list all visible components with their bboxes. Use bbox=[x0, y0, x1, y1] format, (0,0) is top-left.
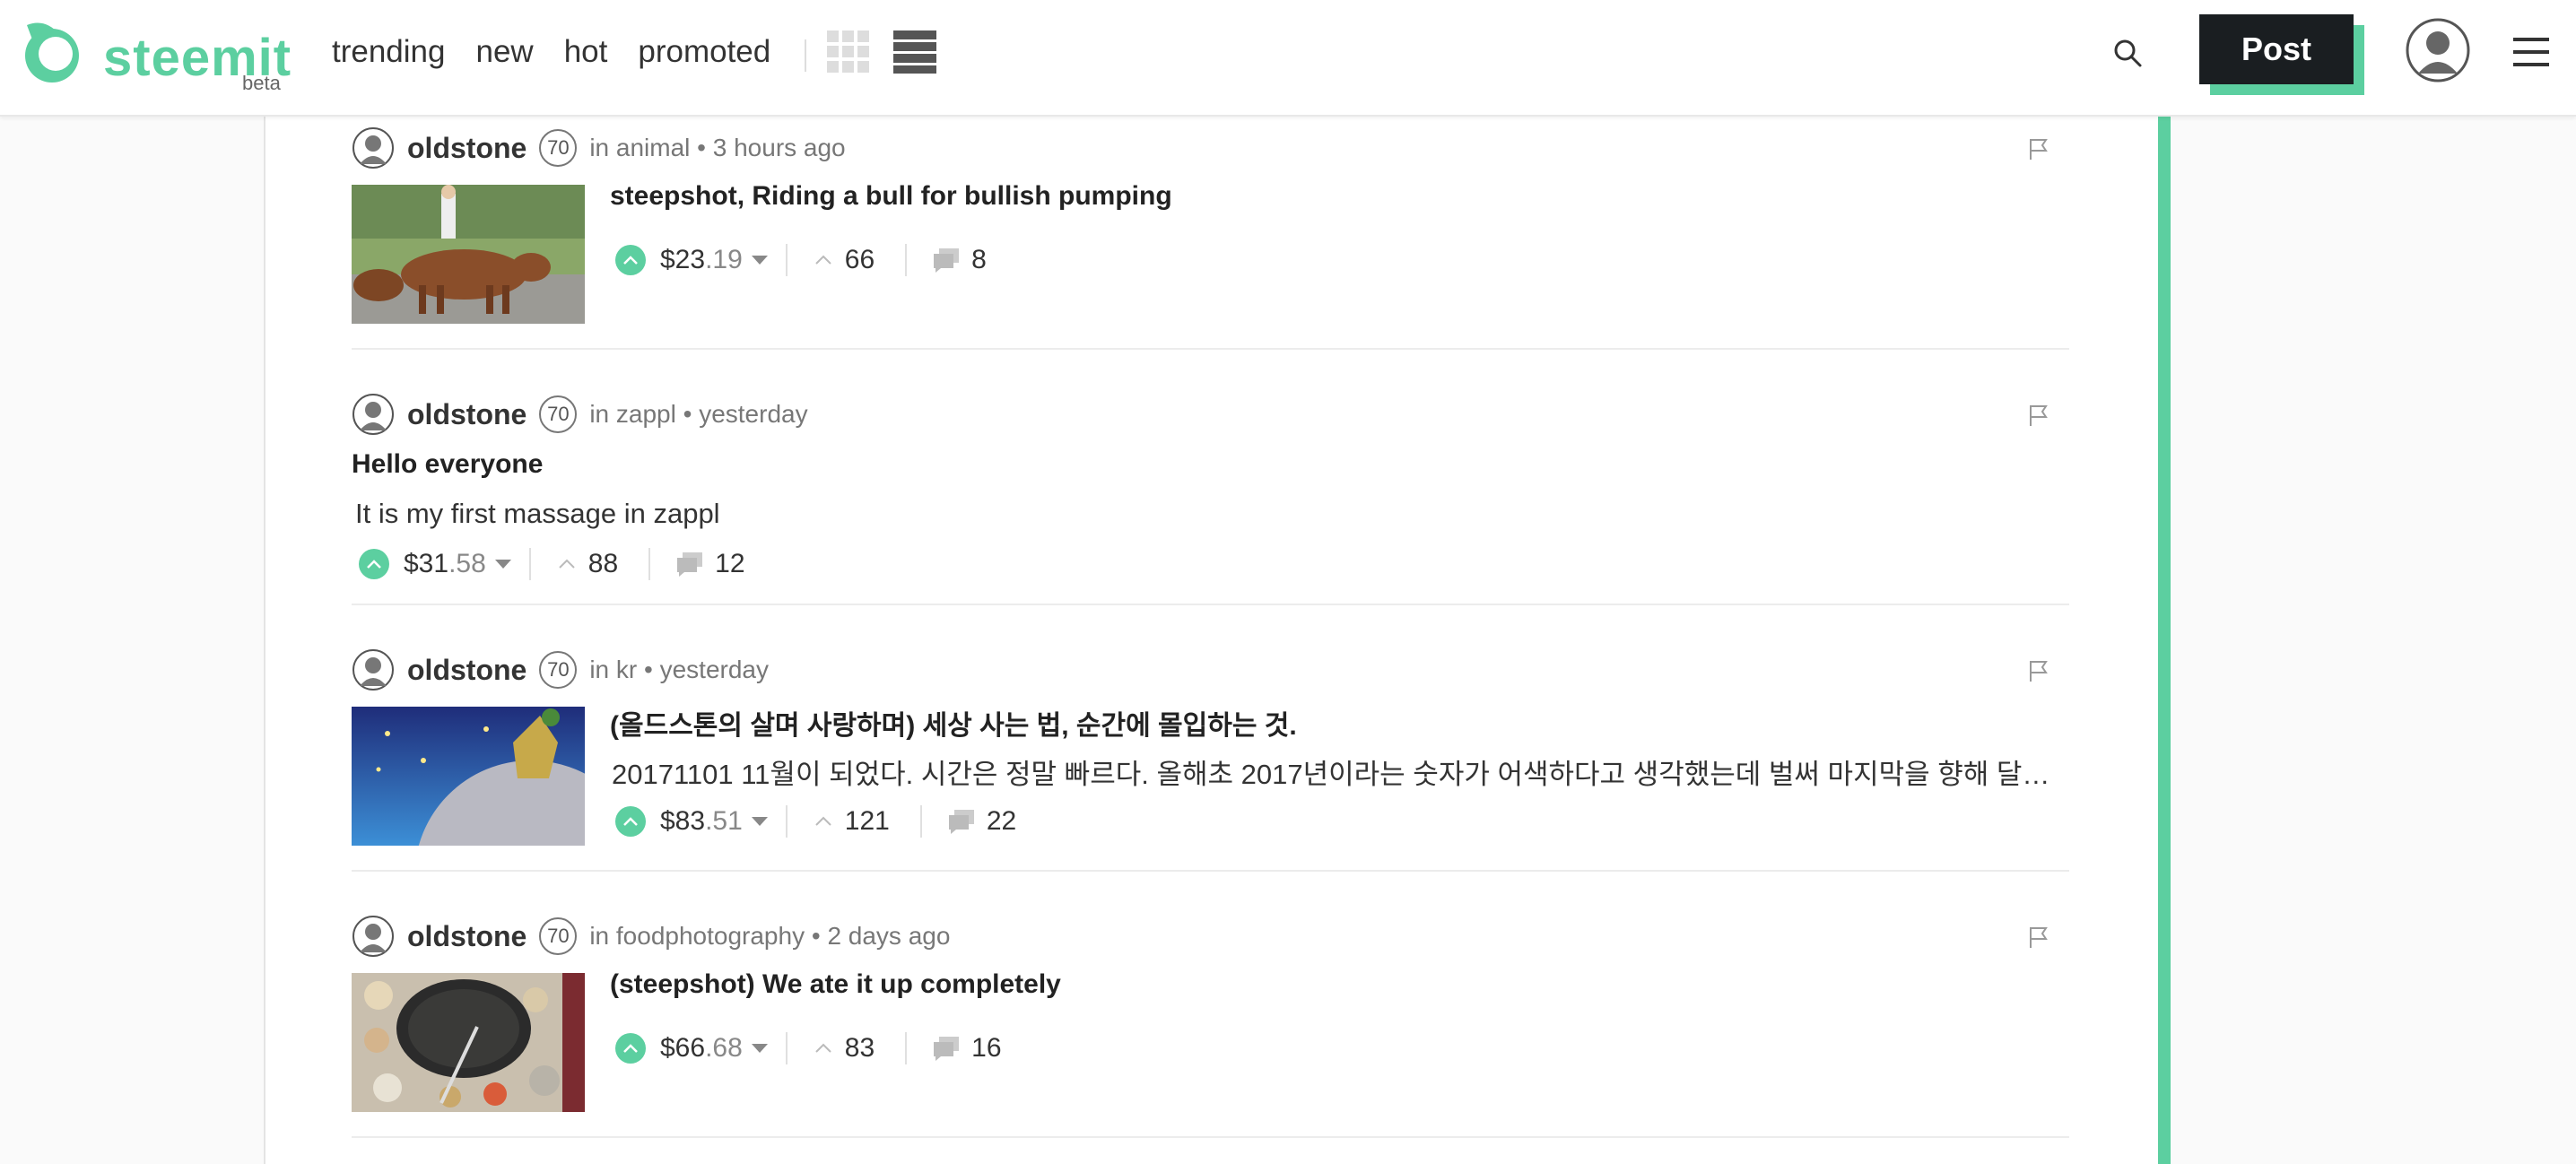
footer-divider bbox=[528, 548, 531, 580]
flag-icon[interactable] bbox=[2026, 925, 2051, 950]
author-name[interactable]: oldstone bbox=[407, 132, 527, 165]
comment-count[interactable]: 12 bbox=[715, 549, 744, 579]
upvote-button[interactable] bbox=[615, 1033, 646, 1064]
author-avatar-icon[interactable] bbox=[352, 126, 395, 169]
post-button[interactable]: Post bbox=[2199, 14, 2354, 84]
upvote-button[interactable] bbox=[615, 245, 646, 275]
upvote-button[interactable] bbox=[359, 549, 389, 579]
footer-divider bbox=[905, 244, 908, 276]
grid-view-icon[interactable] bbox=[827, 30, 870, 74]
comments-icon bbox=[934, 1037, 960, 1061]
payout-caret-icon[interactable] bbox=[751, 817, 768, 826]
post-item: oldstone 70 in animal • 3 hours ago stee… bbox=[352, 126, 2069, 350]
payout-amount[interactable]: $31.58 bbox=[404, 549, 486, 579]
votes-chevron-icon bbox=[559, 559, 575, 569]
post-meta: in zappl • yesterday bbox=[589, 400, 808, 428]
hamburger-menu-icon[interactable] bbox=[2511, 32, 2551, 72]
post-thumbnail[interactable] bbox=[352, 707, 585, 846]
author-name[interactable]: oldstone bbox=[407, 398, 527, 431]
steemit-logo[interactable]: steemit beta bbox=[18, 16, 291, 97]
post-footer: $31.58 88 12 bbox=[359, 544, 745, 584]
post-button-wrap: Post bbox=[2199, 14, 2364, 95]
author-avatar-icon[interactable] bbox=[352, 648, 395, 691]
vote-count[interactable]: 83 bbox=[845, 1033, 875, 1064]
reputation-badge: 70 bbox=[539, 129, 578, 167]
footer-divider bbox=[785, 1032, 788, 1064]
post-title[interactable]: Hello everyone bbox=[352, 449, 543, 480]
post-meta: in animal • 3 hours ago bbox=[589, 134, 846, 161]
footer-divider bbox=[785, 805, 788, 838]
votes-chevron-icon bbox=[815, 816, 831, 826]
footer-divider bbox=[919, 805, 922, 838]
vote-count[interactable]: 66 bbox=[845, 245, 875, 275]
payout-caret-icon[interactable] bbox=[494, 560, 511, 569]
author-name[interactable]: oldstone bbox=[407, 654, 527, 687]
votes-chevron-icon bbox=[815, 1043, 831, 1053]
reputation-badge: 70 bbox=[539, 395, 578, 433]
comment-count[interactable]: 8 bbox=[971, 245, 987, 275]
nav-divider bbox=[805, 39, 806, 72]
post-footer: $83.51 121 22 bbox=[615, 802, 1016, 841]
post-thumbnail[interactable] bbox=[352, 973, 585, 1112]
nav-hot[interactable]: hot bbox=[564, 30, 608, 74]
nav-new[interactable]: new bbox=[475, 30, 533, 74]
nav-trending[interactable]: trending bbox=[332, 30, 445, 74]
post-title[interactable]: (steepshot) We ate it up completely bbox=[610, 969, 1061, 1000]
post-footer: $66.68 83 16 bbox=[615, 1029, 1002, 1068]
flag-icon[interactable] bbox=[2026, 136, 2051, 161]
post-footer: $23.19 66 8 bbox=[615, 240, 987, 280]
logo-beta-label: beta bbox=[242, 72, 281, 94]
footer-divider bbox=[648, 548, 651, 580]
post-title[interactable]: (올드스톤의 살며 사랑하며) 세상 사는 법, 순간에 몰입하는 것. bbox=[610, 703, 1297, 743]
steemit-logo-icon bbox=[25, 22, 79, 83]
comment-count[interactable]: 22 bbox=[987, 806, 1016, 837]
vote-count[interactable]: 121 bbox=[845, 806, 890, 837]
upvote-chevron-icon bbox=[623, 256, 638, 265]
payout-amount[interactable]: $23.19 bbox=[660, 245, 743, 275]
comment-count[interactable]: 16 bbox=[971, 1033, 1001, 1064]
payout-amount[interactable]: $83.51 bbox=[660, 806, 743, 837]
vote-count[interactable]: 88 bbox=[588, 549, 618, 579]
upvote-chevron-icon bbox=[623, 817, 638, 826]
post-thumbnail[interactable] bbox=[352, 185, 585, 324]
post-item: oldstone 70 in zappl • yesterday Hello e… bbox=[352, 392, 2069, 605]
upvote-chevron-icon bbox=[623, 1044, 638, 1053]
post-item: oldstone 70 in foodphotography • 2 days … bbox=[352, 914, 2069, 1138]
user-avatar-icon[interactable] bbox=[2406, 18, 2470, 83]
reputation-badge: 70 bbox=[539, 651, 578, 689]
top-header: steemit beta trending new hot promoted P… bbox=[0, 0, 2576, 117]
flag-icon[interactable] bbox=[2026, 658, 2051, 683]
comments-icon bbox=[934, 248, 960, 273]
author-name[interactable]: oldstone bbox=[407, 920, 527, 953]
votes-chevron-icon bbox=[815, 255, 831, 265]
post-header: oldstone 70 in zappl • yesterday bbox=[352, 392, 808, 437]
comments-icon bbox=[948, 810, 974, 834]
list-view-icon[interactable] bbox=[893, 30, 936, 74]
post-item: oldstone 70 in kr • yesterday (올드스톤의 살며 … bbox=[352, 647, 2069, 872]
post-excerpt[interactable]: 20171101 11월이 되었다. 시간은 정말 빠르다. 올해초 2017년… bbox=[612, 751, 2065, 792]
post-header: oldstone 70 in foodphotography • 2 days … bbox=[352, 914, 950, 959]
author-avatar-icon[interactable] bbox=[352, 393, 395, 436]
reputation-badge: 70 bbox=[539, 917, 578, 955]
payout-caret-icon[interactable] bbox=[751, 256, 768, 265]
right-accent-bar bbox=[2158, 117, 2171, 1164]
post-meta: in kr • yesterday bbox=[589, 656, 769, 683]
payout-caret-icon[interactable] bbox=[751, 1044, 768, 1053]
post-meta: in foodphotography • 2 days ago bbox=[589, 922, 951, 950]
nav-promoted[interactable]: promoted bbox=[638, 30, 770, 74]
comments-icon bbox=[677, 552, 703, 577]
upvote-button[interactable] bbox=[615, 806, 646, 837]
flag-icon[interactable] bbox=[2026, 403, 2051, 428]
post-excerpt[interactable]: It is my first massage in zappl bbox=[355, 498, 1970, 530]
post-header: oldstone 70 in animal • 3 hours ago bbox=[352, 126, 846, 170]
upvote-chevron-icon bbox=[367, 560, 381, 569]
post-header: oldstone 70 in kr • yesterday bbox=[352, 647, 769, 692]
author-avatar-icon[interactable] bbox=[352, 915, 395, 958]
post-title[interactable]: steepshot, Riding a bull for bullish pum… bbox=[610, 181, 1172, 212]
footer-divider bbox=[905, 1032, 908, 1064]
search-icon[interactable] bbox=[2112, 38, 2145, 70]
footer-divider bbox=[785, 244, 788, 276]
payout-amount[interactable]: $66.68 bbox=[660, 1033, 743, 1064]
main-nav: trending new hot promoted bbox=[332, 30, 801, 74]
